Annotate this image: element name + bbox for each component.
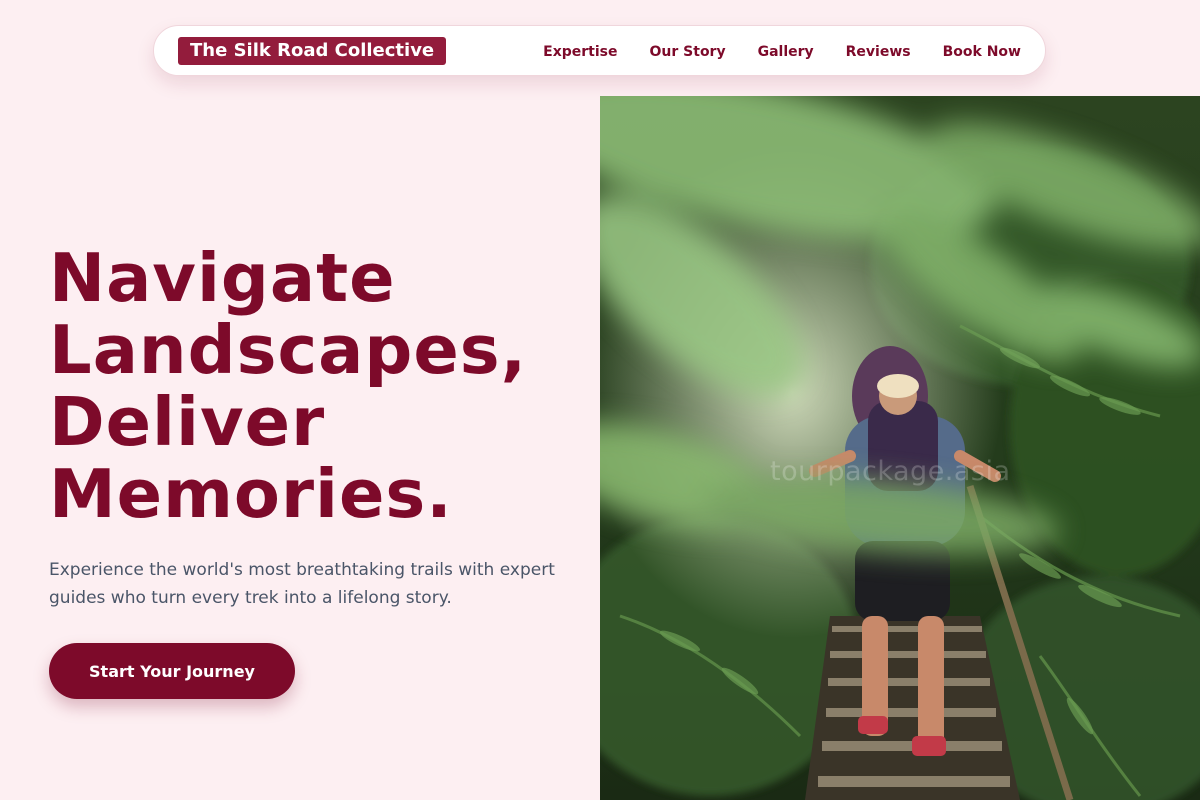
nav-link-our-story[interactable]: Our Story <box>650 44 726 60</box>
start-journey-button[interactable]: Start Your Journey <box>49 643 295 699</box>
forest-hikers-illustration <box>600 96 1200 800</box>
top-navbar: The Silk Road Collective Expertise Our S… <box>153 25 1046 76</box>
nav-link-reviews[interactable]: Reviews <box>846 44 911 60</box>
hero-subtitle: Experience the world's most breathtaking… <box>49 560 555 608</box>
hero-title-line: Memories. <box>49 455 453 533</box>
hero-title-line: Landscapes, <box>49 311 528 389</box>
hero-title: Navigate Landscapes, Deliver Memories. <box>49 242 527 530</box>
hero-title-line: Deliver <box>49 383 326 461</box>
nav-link-book-now[interactable]: Book Now <box>943 44 1021 60</box>
hero-image: tourpackage.asia <box>600 96 1200 800</box>
nav-link-gallery[interactable]: Gallery <box>758 44 814 60</box>
hero-title-line: Navigate <box>49 239 396 317</box>
brand-logo[interactable]: The Silk Road Collective <box>178 37 447 65</box>
nav-link-expertise[interactable]: Expertise <box>543 44 617 60</box>
image-watermark: tourpackage.asia <box>770 456 1011 487</box>
nav-links: Expertise Our Story Gallery Reviews Book… <box>543 26 1021 77</box>
